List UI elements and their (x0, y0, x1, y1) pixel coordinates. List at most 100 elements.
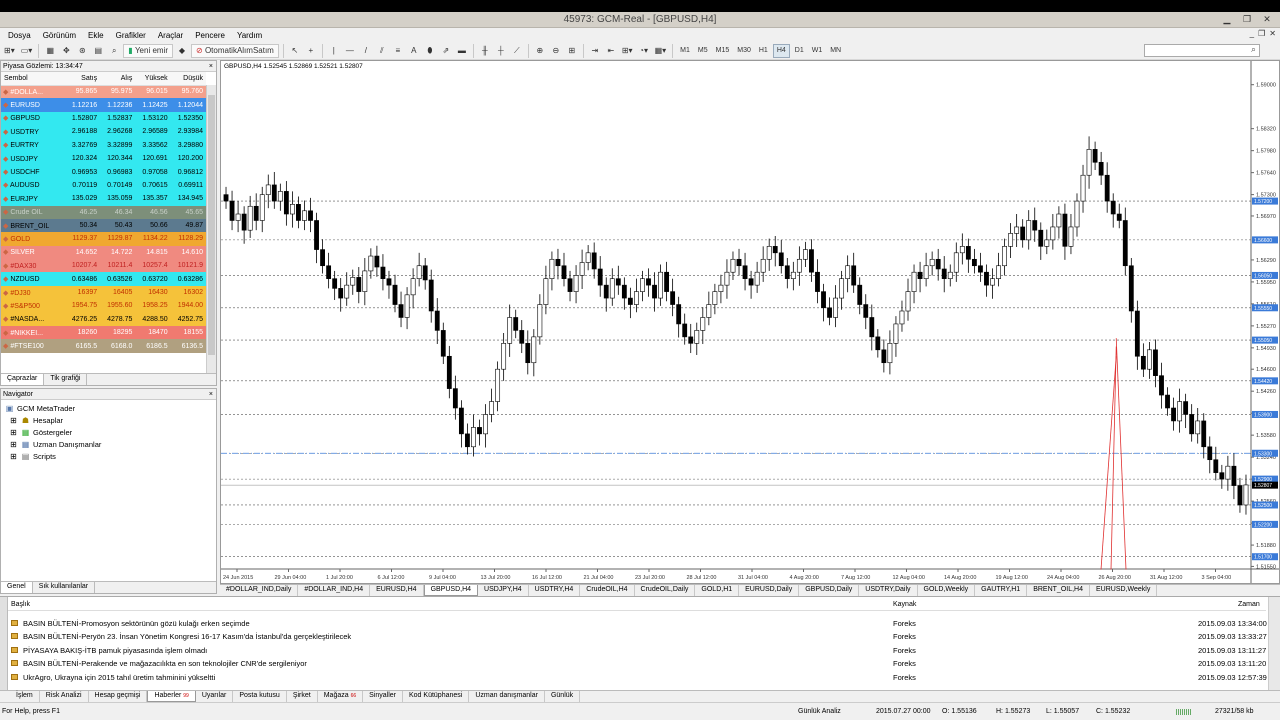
chart-tab[interactable]: CrudeOIL,Daily (635, 585, 696, 596)
menu-insert[interactable]: Ekle (82, 31, 110, 40)
timeframe-m30[interactable]: M30 (734, 44, 754, 58)
chart-tab[interactable]: USDTRY,Daily (859, 585, 918, 596)
market-watch-row[interactable]: ◆ #NIKKEI... 18260 18295 18470 18155 (1, 326, 206, 340)
data-window-icon[interactable]: ✥ (59, 44, 73, 58)
label-icon[interactable]: ▬ (455, 44, 469, 58)
fibonacci-icon[interactable]: ≡ (391, 44, 405, 58)
terminal-tab[interactable]: Şirket (287, 691, 318, 702)
menu-charts[interactable]: Grafikler (110, 31, 152, 40)
market-watch-row[interactable]: ◆ NZDUSD 0.63486 0.63526 0.63720 0.63286 (1, 272, 206, 286)
menu-file[interactable]: Dosya (2, 31, 37, 40)
timeframe-m1[interactable]: M1 (677, 44, 693, 58)
column-high[interactable]: Yüksek (135, 72, 171, 86)
expand-icon[interactable]: ⊞ (9, 416, 18, 425)
terminal-tab[interactable]: Mağaza 66 (318, 691, 364, 702)
profiles-icon[interactable]: ▭▾ (19, 44, 35, 58)
autoscroll-icon[interactable]: ⇥ (588, 44, 602, 58)
vertical-line-icon[interactable]: | (327, 44, 341, 58)
terminal-tab[interactable]: Haberler 99 (147, 691, 196, 702)
bar-chart-icon[interactable]: ╫ (478, 44, 492, 58)
market-watch-row[interactable]: ◆ EURUSD 1.12216 1.12236 1.12425 1.12044 (1, 98, 206, 112)
terminal-tab[interactable]: Uyarılar (196, 691, 234, 702)
market-watch-row[interactable]: ◆ Crude OIL 46.25 46.34 46.56 45.65 (1, 205, 206, 219)
templates-icon[interactable]: ▦▾ (653, 44, 669, 58)
close-icon[interactable]: ✕ (1258, 13, 1276, 25)
terminal-tab[interactable]: Günlük (545, 691, 581, 702)
terminal-tab[interactable]: Uzman danışmanlar (469, 691, 545, 702)
column-symbol[interactable]: Sembol (1, 72, 65, 86)
child-restore-icon[interactable]: ❐ (1258, 29, 1265, 38)
navigator-icon[interactable]: ⊛ (75, 44, 89, 58)
column-time[interactable]: Zaman (1238, 601, 1260, 608)
market-watch-row[interactable]: ◆ BRENT_OIL 50.34 50.43 50.66 49.87 (1, 218, 206, 233)
price-chart[interactable]: 1.59000 1.58320 1.57980 1.57640 1.57300 1.569… (220, 60, 1280, 584)
news-row[interactable]: BASIN BÜLTENİ-Perakende ve mağazacılıkta… (8, 657, 1266, 670)
child-close-icon[interactable]: ✕ (1269, 29, 1276, 38)
line-chart-icon[interactable]: ⟋ (510, 44, 524, 58)
chart-tab[interactable]: USDJPY,H4 (478, 585, 529, 596)
market-watch-row[interactable]: ◆ #FTSE100 6165.5 6168.0 6186.5 6136.5 (1, 339, 206, 353)
zoom-out-icon[interactable]: ⊖ (549, 44, 563, 58)
column-bid[interactable]: Satış (64, 72, 101, 86)
chart-tab[interactable]: GBPUSD,Daily (799, 585, 860, 596)
tree-root[interactable]: ▣ GCM MetaTrader (5, 402, 212, 414)
maximize-icon[interactable]: ❐ (1238, 13, 1256, 25)
profile-name[interactable]: Günlük Analiz (798, 708, 841, 715)
chart-tab[interactable]: EURUSD,H4 (370, 585, 424, 596)
market-watch-row[interactable]: ◆ USDCHF 0.96953 0.96983 0.97058 0.96812 (1, 165, 206, 179)
minimize-icon[interactable]: ▁ (1218, 13, 1236, 25)
menu-help[interactable]: Yardım (231, 31, 268, 40)
candlestick-icon[interactable]: ┼ (494, 44, 508, 58)
news-row[interactable]: PİYASAYA BAKIŞ-İTB pamuk piyasasında işl… (8, 644, 1266, 657)
crosshair-icon[interactable]: + (304, 44, 318, 58)
news-row[interactable]: UkrAgro, Ukrayna için 2015 tahıl üretim … (8, 671, 1267, 684)
market-watch-row[interactable]: ◆ EURTRY 3.32769 3.32899 3.33562 3.29880 (1, 138, 206, 152)
news-row[interactable]: BASIN BÜLTENİ-Promosyon sektörünün gözü … (8, 617, 1267, 630)
column-title[interactable]: Başlık (11, 601, 30, 608)
shape-icon[interactable]: ⬮ (423, 44, 437, 58)
tree-item-accounts[interactable]: ⊞ ☗ Hesaplar (5, 414, 212, 426)
close-icon[interactable]: × (209, 61, 213, 72)
terminal-tab[interactable]: İşlem (10, 691, 40, 702)
channel-icon[interactable]: ⫽ (375, 44, 389, 58)
terminal-tab[interactable]: Posta kutusu (233, 691, 287, 702)
tree-item-indicators[interactable]: ⊞ ▦ Göstergeler (5, 426, 212, 438)
strategy-tester-icon[interactable]: ⌕ (107, 44, 121, 58)
market-watch-row[interactable]: ◆ EURJPY 135.029 135.059 135.357 134.945 (1, 192, 206, 206)
column-ask[interactable]: Alış (100, 72, 136, 86)
expand-icon[interactable]: ⊞ (9, 440, 18, 449)
terminal-icon[interactable]: ▤ (91, 44, 105, 58)
terminal-tab[interactable]: Risk Analizi (40, 691, 89, 702)
tab-symbols[interactable]: Çaprazlar (1, 374, 45, 385)
chart-tab[interactable]: GOLD,H1 (695, 585, 740, 596)
horizontal-line-icon[interactable]: — (343, 44, 357, 58)
market-watch-row[interactable]: ◆ #DAX30 10207.4 10211.4 10257.4 10121.9 (1, 259, 206, 273)
timeframe-h4[interactable]: H4 (772, 43, 790, 58)
timeframe-h1[interactable]: H1 (756, 44, 771, 58)
market-watch-row[interactable]: ◆ #S&P500 1954.75 1955.60 1958.25 1944.00 (1, 299, 206, 313)
terminal-side-handle[interactable] (0, 597, 8, 691)
cursor-icon[interactable]: ↖ (288, 44, 302, 58)
menu-window[interactable]: Pencere (189, 31, 231, 40)
chart-tab[interactable]: #DOLLAR_IND,H4 (298, 585, 371, 596)
text-icon[interactable]: A (407, 44, 421, 58)
tab-tick-chart[interactable]: Tik grafiği (44, 374, 88, 385)
indicators-icon[interactable]: ⊞▾ (620, 44, 635, 58)
menu-tools[interactable]: Araçlar (152, 31, 189, 40)
chart-tab[interactable]: #DOLLAR_IND,Daily (220, 585, 299, 596)
arrows-icon[interactable]: ⇗ (439, 44, 453, 58)
timeframe-m15[interactable]: M15 (713, 44, 733, 58)
child-minimize-icon[interactable]: _ (1250, 29, 1254, 38)
auto-trading-button[interactable]: ⊘ OtomatikAlımSatım (191, 43, 279, 58)
terminal-tab[interactable]: Kod Kütüphanesi (403, 691, 470, 702)
tab-general[interactable]: Genel (1, 582, 33, 593)
market-watch-row[interactable]: ◆ #DJ30 16397 16405 16430 16302 (1, 285, 206, 300)
tree-item-scripts[interactable]: ⊞ ▤ Scripts (5, 450, 212, 462)
market-watch-row[interactable]: ◆ GOLD 1129.37 1129.87 1134.22 1128.29 (1, 232, 206, 246)
market-watch-row[interactable]: ◆ GBPUSD 1.52807 1.52837 1.53120 1.52350 (1, 111, 206, 126)
market-watch-icon[interactable]: ▦ (43, 44, 57, 58)
chart-canvas[interactable]: 1.590001.583201.579801.576401.573001.569… (221, 61, 1279, 583)
timeframe-m5[interactable]: M5 (695, 44, 711, 58)
timeframe-d1[interactable]: D1 (792, 44, 807, 58)
chart-shift-icon[interactable]: ⇤ (604, 44, 618, 58)
